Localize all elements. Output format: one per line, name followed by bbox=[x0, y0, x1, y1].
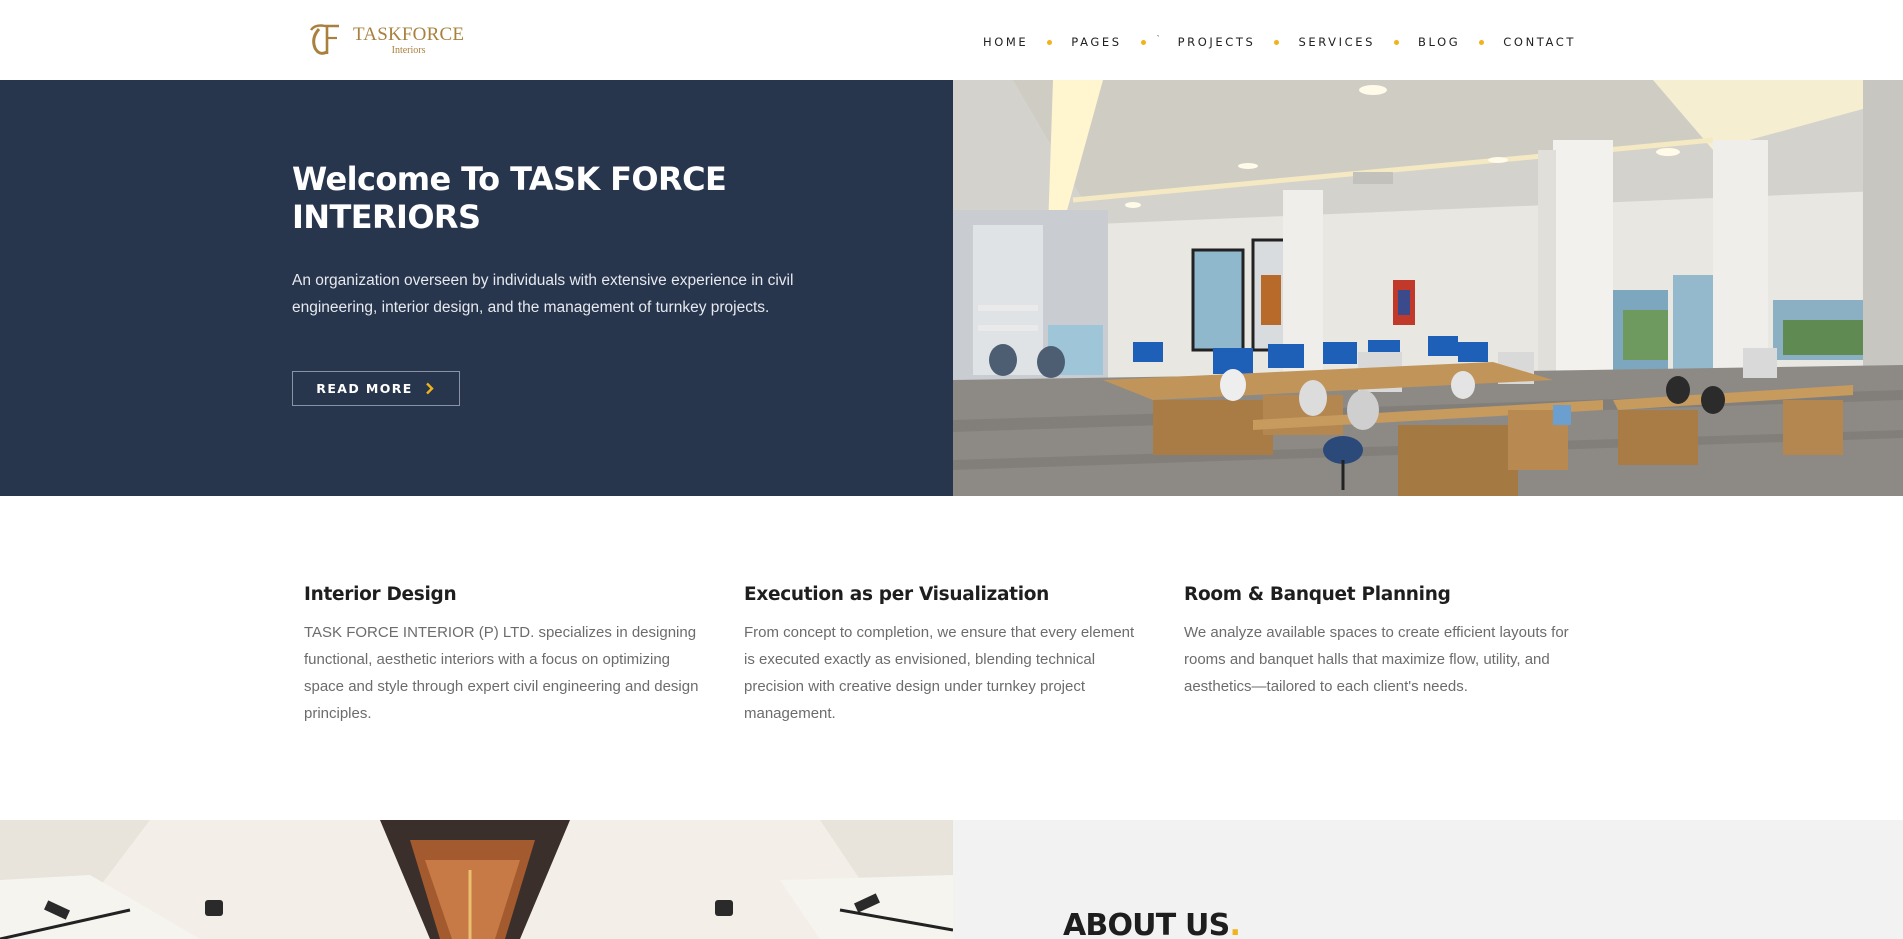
service-card: Interior Design TASK FORCE INTERIOR (P) … bbox=[304, 584, 704, 727]
about-title: ABOUT US. bbox=[1063, 908, 1241, 939]
about-title-dot: . bbox=[1229, 908, 1241, 939]
site-header: TASKFORCE Interiors HOME PAGES ˋ PROJECT… bbox=[0, 0, 1903, 80]
chevron-right-icon bbox=[425, 382, 434, 395]
service-description: TASK FORCE INTERIOR (P) LTD. specializes… bbox=[304, 624, 699, 722]
chevron-down-icon[interactable]: ˋ bbox=[1157, 34, 1160, 44]
nav-separator-dot bbox=[1274, 39, 1280, 45]
nav-separator-dot bbox=[1394, 39, 1400, 45]
nav-contact[interactable]: CONTACT bbox=[1503, 35, 1576, 49]
service-card: Execution as per Visualization From conc… bbox=[744, 584, 1144, 727]
services-section: Interior Design TASK FORCE INTERIOR (P) … bbox=[0, 496, 1903, 820]
site-logo[interactable]: TASKFORCE Interiors bbox=[305, 20, 464, 60]
nav-projects[interactable]: PROJECTS bbox=[1178, 35, 1256, 49]
office-interior-illustration bbox=[953, 80, 1903, 496]
logo-name: TASKFORCE bbox=[353, 23, 465, 45]
service-description: From concept to completion, we ensure th… bbox=[744, 624, 1135, 722]
nav-pages[interactable]: PAGES bbox=[1071, 35, 1121, 49]
logo-monogram-icon bbox=[310, 24, 339, 55]
main-nav: HOME PAGES ˋ PROJECTS SERVICES BLOG CONT… bbox=[983, 32, 1576, 52]
about-image bbox=[0, 820, 953, 939]
about-title-text: ABOUT US bbox=[1063, 908, 1230, 939]
logo-subtitle: Interiors bbox=[391, 44, 426, 56]
service-description: We analyze available spaces to create ef… bbox=[1184, 624, 1569, 695]
hero-title: Welcome To TASK FORCE INTERIORS bbox=[292, 160, 727, 236]
nav-services[interactable]: SERVICES bbox=[1298, 35, 1375, 49]
hero-office-image bbox=[953, 80, 1903, 496]
service-title: Room & Banquet Planning bbox=[1184, 584, 1451, 605]
about-panel: ABOUT US. bbox=[953, 820, 1903, 939]
ceiling-interior-illustration bbox=[0, 820, 953, 939]
nav-separator-dot bbox=[1047, 39, 1053, 45]
service-title: Interior Design bbox=[304, 584, 457, 605]
read-more-button[interactable]: READ MORE bbox=[292, 371, 460, 406]
service-card: Room & Banquet Planning We analyze avail… bbox=[1184, 584, 1584, 700]
read-more-label: READ MORE bbox=[316, 381, 413, 396]
service-title: Execution as per Visualization bbox=[744, 584, 1050, 605]
nav-separator-dot bbox=[1140, 39, 1146, 45]
hero-description: An organization overseen by individuals … bbox=[292, 272, 794, 316]
nav-blog[interactable]: BLOG bbox=[1418, 35, 1460, 49]
nav-home[interactable]: HOME bbox=[983, 35, 1028, 49]
nav-separator-dot bbox=[1479, 39, 1485, 45]
